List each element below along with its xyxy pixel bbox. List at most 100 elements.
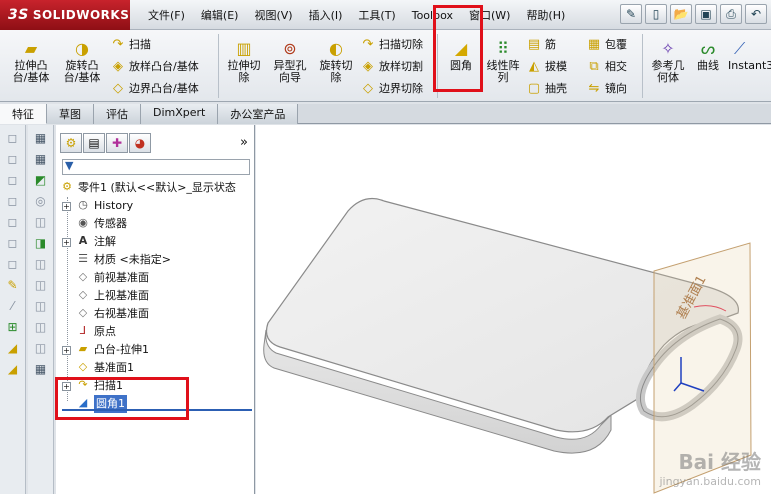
rib-button[interactable]: ▤ 筋 xyxy=(526,36,556,52)
linear-pattern-button[interactable]: ⠿ 线性阵 列 xyxy=(482,40,524,84)
display-icon[interactable]: ◎ xyxy=(33,193,49,209)
sweep-cut-button[interactable]: ↷ 扫描切除 xyxy=(360,36,423,52)
color-icon[interactable]: ◩ xyxy=(33,172,49,188)
display-manager-tab-icon[interactable]: ◕ xyxy=(129,133,151,153)
boundary-cut-icon: ◇ xyxy=(363,80,373,96)
cube-view-icon[interactable]: ◻ xyxy=(5,172,21,188)
plane-icon: ◇ xyxy=(78,270,88,283)
revolve-boss-button[interactable]: ◑ 旋转凸 台/基体 xyxy=(58,40,106,84)
cube-view-icon[interactable]: ◻ xyxy=(5,256,21,272)
menu-edit[interactable]: 编辑(E) xyxy=(193,7,247,23)
display-icon[interactable]: ◫ xyxy=(33,256,49,272)
table-icon[interactable]: ▦ xyxy=(33,151,49,167)
expand-toggle[interactable]: + xyxy=(62,346,71,355)
expand-toggle[interactable]: + xyxy=(62,238,71,247)
origin-icon: ⅃ xyxy=(79,324,87,337)
table-icon[interactable]: ▦ xyxy=(33,361,49,377)
cube-view-icon[interactable]: ◻ xyxy=(5,130,21,146)
mirror-button[interactable]: ⇋ 镜向 xyxy=(586,80,627,96)
solidworks-logo[interactable]: 3S SOLIDWORKS xyxy=(0,0,130,30)
menu-help[interactable]: 帮助(H) xyxy=(518,7,573,23)
revolve-cut-button[interactable]: ◐ 旋转切 除 xyxy=(314,40,358,84)
revolve-boss-icon: ◑ xyxy=(75,39,89,58)
menu-insert[interactable]: 插入(I) xyxy=(301,7,351,23)
save-icon[interactable]: ▣ xyxy=(695,4,717,24)
tab-evaluate[interactable]: 评估 xyxy=(94,104,141,124)
sketch-pencil-icon[interactable]: ✎ xyxy=(5,277,21,293)
tree-item-history[interactable]: + ◷ History xyxy=(60,197,254,215)
filter-icon: ▼ xyxy=(65,159,74,172)
ribbon-separator xyxy=(642,34,643,98)
tree-root-part[interactable]: ⚙ 零件1 (默认<<默认>_显示状态 xyxy=(60,179,254,197)
boundary-cut-button[interactable]: ◇ 边界切除 xyxy=(360,80,423,96)
intersect-button[interactable]: ⧉ 相交 xyxy=(586,58,627,74)
undo-icon[interactable]: ↶ xyxy=(745,4,767,24)
pin-icon[interactable]: ✎ xyxy=(620,4,642,24)
configuration-manager-tab-icon[interactable]: ✚ xyxy=(106,133,128,153)
tab-features[interactable]: 特征 xyxy=(0,104,47,124)
cube-view-icon[interactable]: ◻ xyxy=(5,214,21,230)
plane-icon: ◇ xyxy=(78,306,88,319)
wrap-button[interactable]: ▦ 包覆 xyxy=(586,36,627,52)
loft-boss-button[interactable]: ◈ 放样凸台/基体 xyxy=(110,58,199,74)
tree-item-boss-extrude[interactable]: + ▰ 凸台-拉伸1 xyxy=(60,341,254,359)
display-icon[interactable]: ◨ xyxy=(33,235,49,251)
tree-item-material[interactable]: ☰ 材质 <未指定> xyxy=(60,251,254,269)
display-icon[interactable]: ◫ xyxy=(33,340,49,356)
wrap-icon: ▦ xyxy=(587,36,601,52)
fillet-icon[interactable]: ◢ xyxy=(5,361,21,377)
display-icon[interactable]: ◫ xyxy=(33,298,49,314)
tree-item-plane1[interactable]: ◇ 基准面1 xyxy=(60,359,254,377)
panel-tabs: ⚙ ▤ ✚ ◕ xyxy=(60,133,151,153)
loft-cut-button[interactable]: ◈ 放样切割 xyxy=(360,58,423,74)
menu-view[interactable]: 视图(V) xyxy=(246,7,300,23)
extrude-boss-button[interactable]: ▰ 拉伸凸 台/基体 xyxy=(6,40,56,84)
display-icon[interactable]: ◫ xyxy=(33,319,49,335)
tree-filter-input[interactable]: ▼ xyxy=(62,159,250,175)
tree-item-front-plane[interactable]: ◇ 前视基准面 xyxy=(60,269,254,287)
relation-icon[interactable]: ⊞ xyxy=(5,319,21,335)
cube-view-icon[interactable]: ◻ xyxy=(5,193,21,209)
menu-tools[interactable]: 工具(T) xyxy=(350,7,403,23)
extrude-cut-button[interactable]: ▥ 拉伸切 除 xyxy=(222,40,266,84)
boundary-boss-button[interactable]: ◇ 边界凸台/基体 xyxy=(110,80,199,96)
curves-button[interactable]: ᔕ 曲线 xyxy=(692,40,724,72)
property-manager-tab-icon[interactable]: ▤ xyxy=(83,133,105,153)
revolve-cut-icon: ◐ xyxy=(329,39,343,58)
draft-button[interactable]: ◭ 拔模 xyxy=(526,58,567,74)
cube-view-icon[interactable]: ◻ xyxy=(5,151,21,167)
expand-toggle[interactable]: + xyxy=(62,202,71,211)
display-icon[interactable]: ◫ xyxy=(33,214,49,230)
tree-item-origin[interactable]: ⅃ 原点 xyxy=(60,323,254,341)
shell-button[interactable]: ▢ 抽壳 xyxy=(526,80,567,96)
panel-expand-icon[interactable]: » xyxy=(240,135,248,150)
graphics-viewport[interactable]: 基准面1 Bai 经验 jingyan.baidu.com xyxy=(256,125,771,494)
tree-item-sensors[interactable]: ◉ 传感器 xyxy=(60,215,254,233)
open-file-icon[interactable]: 📂 xyxy=(670,4,692,24)
tab-dimxpert[interactable]: DimXpert xyxy=(141,104,219,124)
print-icon[interactable]: ⎙ xyxy=(720,4,742,24)
tab-office-products[interactable]: 办公室产品 xyxy=(218,104,299,124)
tab-sketch[interactable]: 草图 xyxy=(47,104,94,124)
tree-item-annotations[interactable]: + A 注解 xyxy=(60,233,254,251)
hole-wizard-button[interactable]: ⊚ 异型孔 向导 xyxy=(268,40,312,84)
loft-icon: ◈ xyxy=(113,58,123,74)
feature-manager-tab-icon[interactable]: ⚙ xyxy=(60,133,82,153)
display-toolbar-strip: ▦ ▦ ◩ ◎ ◫ ◨ ◫ ◫ ◫ ◫ ◫ ▦ xyxy=(28,125,54,494)
extrude-boss-icon: ▰ xyxy=(24,39,38,58)
tree-item-right-plane[interactable]: ◇ 右视基准面 xyxy=(60,305,254,323)
instant3d-button[interactable]: ⟋ Instant3D xyxy=(728,40,771,72)
table-icon[interactable]: ▦ xyxy=(33,130,49,146)
tree-item-top-plane[interactable]: ◇ 上视基准面 xyxy=(60,287,254,305)
fillet-icon[interactable]: ◢ xyxy=(5,340,21,356)
sweep-button[interactable]: ↷ 扫描 xyxy=(110,36,151,52)
quick-access-toolbar: ✎ ▯ 📂 ▣ ⎙ ↶ xyxy=(620,4,767,24)
menu-file[interactable]: 文件(F) xyxy=(140,7,193,23)
reference-geometry-button[interactable]: ✧ 参考几 何体 xyxy=(646,40,690,84)
new-file-icon[interactable]: ▯ xyxy=(645,4,667,24)
smart-dimension-icon[interactable]: ⁄ xyxy=(5,298,21,314)
feature-manager-panel: ⚙ ▤ ✚ ◕ » ▼ ⚙ 零件1 (默认<<默认>_显示状态 + ◷ Hist… xyxy=(56,125,255,494)
cube-view-icon[interactable]: ◻ xyxy=(5,235,21,251)
display-icon[interactable]: ◫ xyxy=(33,277,49,293)
draft-icon: ◭ xyxy=(529,58,539,74)
